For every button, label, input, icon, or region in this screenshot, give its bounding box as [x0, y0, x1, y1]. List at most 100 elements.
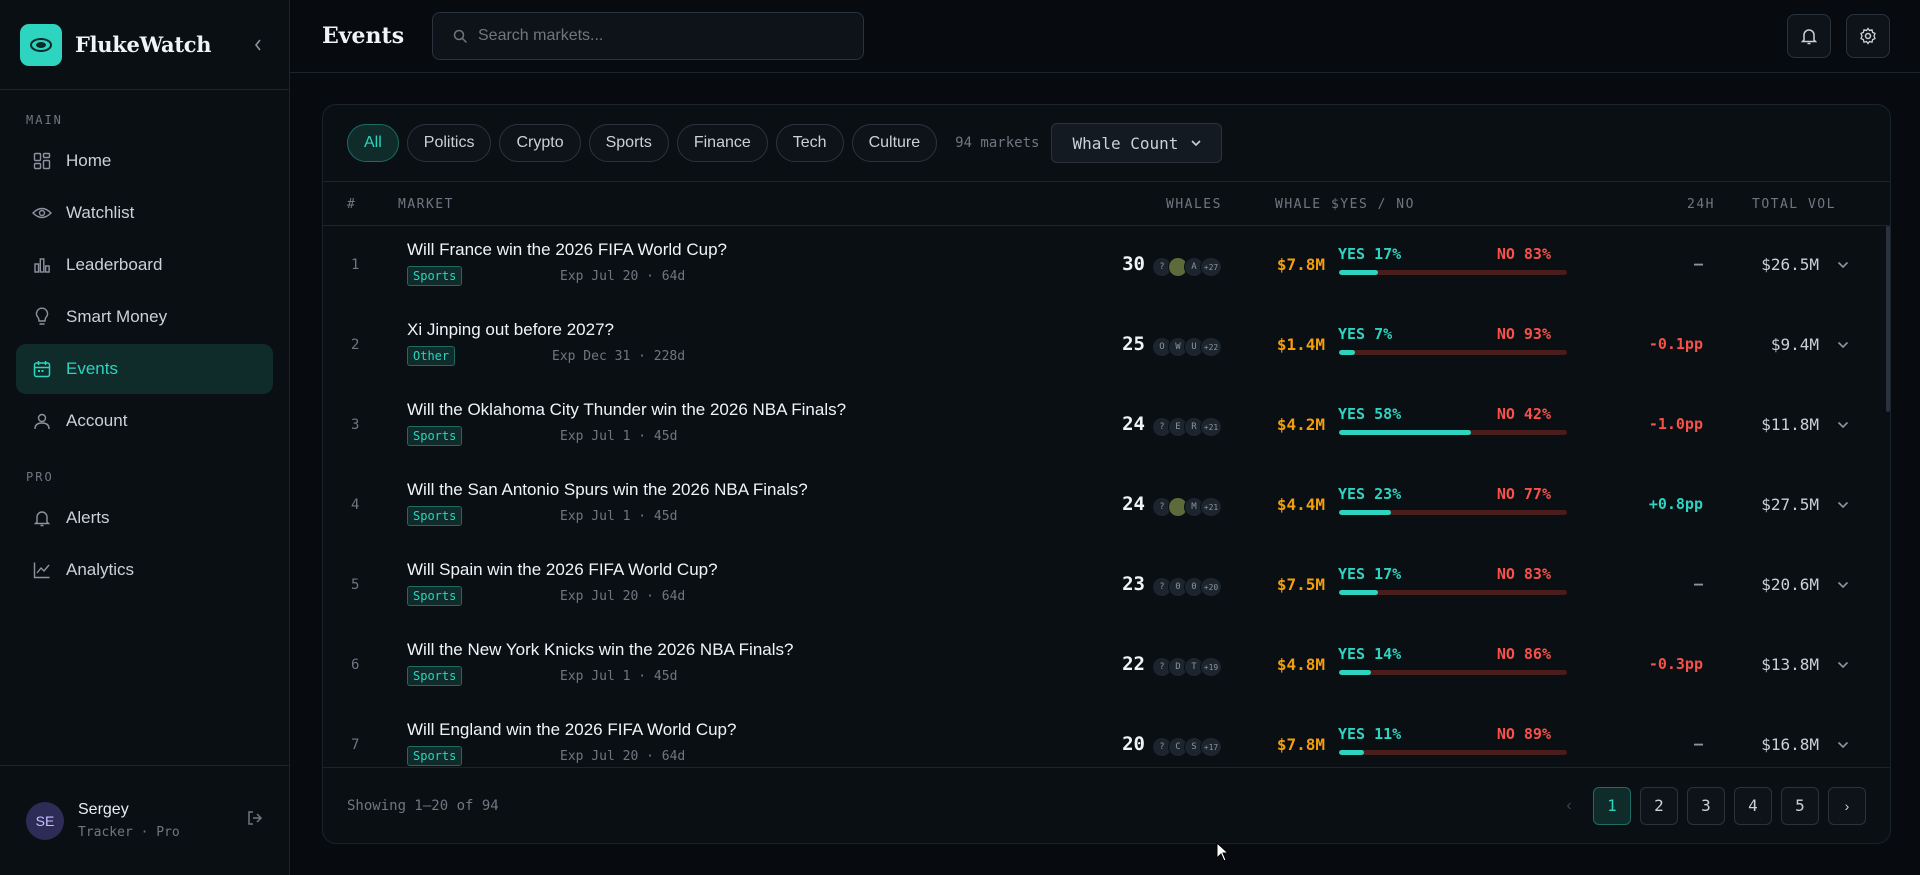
no-percent: NO 83%: [1496, 245, 1551, 263]
table-row[interactable]: 6 Will the New York Knicks win the 2026 N…: [323, 626, 1883, 706]
expand-row-button[interactable]: [1837, 656, 1849, 674]
market-title[interactable]: Xi Jinping out before 2027?: [407, 320, 614, 340]
expand-row-button[interactable]: [1837, 576, 1849, 594]
col-whale-split[interactable]: WHALE $YES / NO: [1275, 197, 1415, 212]
yes-no-bar: [1339, 670, 1567, 675]
next-page-button[interactable]: ›: [1828, 786, 1866, 825]
no-percent: NO 86%: [1496, 645, 1551, 663]
scrollbar-thumb[interactable]: [1886, 226, 1890, 412]
user-icon: [31, 410, 53, 432]
filter-chip-tech[interactable]: Tech: [775, 124, 844, 162]
logout-button[interactable]: [246, 809, 264, 832]
yes-bar-fill: [1339, 270, 1378, 275]
no-percent: NO 77%: [1496, 485, 1551, 503]
page-button-4[interactable]: 4: [1734, 786, 1772, 825]
sidebar-item-account[interactable]: Account: [16, 396, 273, 446]
change-24h: —: [1693, 735, 1703, 753]
scrollbar[interactable]: [1884, 226, 1890, 766]
total-volume: $20.6M: [1761, 575, 1819, 594]
row-number: 4: [351, 497, 360, 513]
chevron-down-icon: [1837, 501, 1849, 509]
chevron-left-icon: [254, 39, 261, 50]
col-total-vol[interactable]: TOTAL VOL: [1752, 197, 1836, 212]
expand-row-button[interactable]: [1837, 336, 1849, 354]
table-row[interactable]: 1 Will France win the 2026 FIFA World Cup…: [323, 226, 1883, 306]
market-title[interactable]: Will France win the 2026 FIFA World Cup?: [407, 240, 727, 260]
market-title[interactable]: Will the New York Knicks win the 2026 NB…: [407, 640, 793, 660]
table-row[interactable]: 4 Will the San Antonio Spurs win the 2026…: [323, 466, 1883, 546]
market-title[interactable]: Will the San Antonio Spurs win the 2026 …: [407, 480, 808, 500]
brand-name: FlukeWatch: [75, 32, 212, 57]
bar-chart-icon: [31, 254, 53, 276]
sidebar-item-analytics[interactable]: Analytics: [16, 545, 273, 595]
col-market[interactable]: MARKET: [398, 197, 454, 212]
user-box: SE Sergey Tracker · Pro: [0, 765, 290, 875]
change-24h: —: [1693, 255, 1703, 273]
expand-row-button[interactable]: [1837, 496, 1849, 514]
no-percent: NO 42%: [1496, 405, 1551, 423]
col-whales[interactable]: WHALES: [1166, 197, 1222, 212]
table-row[interactable]: 3 Will the Oklahoma City Thunder win the …: [323, 386, 1883, 466]
page-button-3[interactable]: 3: [1687, 786, 1725, 825]
sidebar-item-leaderboard[interactable]: Leaderboard: [16, 240, 273, 290]
prev-page-button[interactable]: ‹: [1554, 787, 1584, 825]
expand-row-button[interactable]: [1837, 256, 1849, 274]
category-tag: Sports: [407, 266, 463, 286]
sidebar-item-events[interactable]: Events: [16, 344, 273, 394]
page-button-2[interactable]: 2: [1640, 786, 1678, 825]
total-volume: $13.8M: [1761, 655, 1819, 674]
market-title[interactable]: Will England win the 2026 FIFA World Cup…: [407, 720, 736, 740]
sidebar-item-watchlist[interactable]: Watchlist: [16, 188, 273, 238]
table-row[interactable]: 2 Xi Jinping out before 2027? Other Exp Dec…: [323, 306, 1883, 386]
eye-logo-icon[interactable]: [20, 23, 62, 66]
category-chips: All Politics Crypto Sports Finance Tech Cultur…: [347, 124, 945, 162]
filter-chip-politics[interactable]: Politics: [406, 124, 492, 162]
sidebar-item-smart-money[interactable]: Smart Money: [16, 292, 273, 342]
filter-chip-all[interactable]: All: [347, 124, 399, 162]
expiry-text: Exp Jul 20 · 64d: [560, 589, 686, 604]
sidebar-item-label: Watchlist: [66, 203, 135, 222]
sidebar: FlukeWatch MAIN Home Watchlist Leaderboard…: [0, 0, 290, 875]
col-24h[interactable]: 24H: [1687, 197, 1715, 212]
settings-button[interactable]: [1846, 14, 1890, 58]
yes-percent: YES 7%: [1338, 325, 1393, 343]
sidebar-item-label: Analytics: [66, 560, 135, 579]
expand-row-button[interactable]: [1837, 416, 1849, 434]
page-button-5[interactable]: 5: [1781, 786, 1819, 825]
chevron-down-icon: [1837, 341, 1849, 349]
collapse-sidebar-button[interactable]: [247, 34, 269, 56]
sidebar-item-label: Alerts: [66, 508, 110, 527]
filter-chip-crypto[interactable]: Crypto: [499, 124, 581, 162]
sidebar-item-home[interactable]: Home: [16, 136, 273, 186]
eye-icon: [31, 202, 53, 224]
whale-count: 20: [1122, 733, 1145, 755]
yes-percent: YES 58%: [1338, 405, 1402, 423]
total-volume: $9.4M: [1770, 335, 1819, 354]
yes-no-bar: [1339, 590, 1567, 595]
market-title[interactable]: Will the Oklahoma City Thunder win the 2…: [407, 400, 846, 420]
yes-bar-fill: [1339, 590, 1378, 595]
avatar[interactable]: SE: [26, 801, 64, 840]
filter-bar: All Politics Crypto Sports Finance Tech Cultur…: [323, 105, 1890, 182]
whale-amount: $4.4M: [1276, 495, 1325, 514]
whale-count: 23: [1122, 573, 1145, 595]
filter-chip-finance[interactable]: Finance: [676, 124, 768, 162]
category-tag: Sports: [407, 746, 463, 766]
sort-select[interactable]: Whale Count: [1051, 123, 1223, 163]
sidebar-item-alerts[interactable]: Alerts: [16, 493, 273, 543]
table-row[interactable]: 5 Will Spain win the 2026 FIFA World Cup?…: [323, 546, 1883, 626]
notifications-button[interactable]: [1787, 14, 1831, 58]
page-button-1[interactable]: 1: [1593, 786, 1631, 825]
filter-chip-sports[interactable]: Sports: [588, 124, 669, 162]
yes-bar-fill: [1339, 670, 1371, 675]
header: Events: [290, 0, 1920, 73]
search-box[interactable]: [432, 12, 864, 60]
market-title[interactable]: Will Spain win the 2026 FIFA World Cup?: [407, 560, 718, 580]
category-tag: Sports: [407, 506, 463, 526]
filter-chip-culture[interactable]: Culture: [851, 124, 938, 162]
row-number: 2: [351, 337, 360, 353]
table-row[interactable]: 7 Will England win the 2026 FIFA World Cu…: [323, 706, 1883, 766]
whale-amount: $7.8M: [1276, 255, 1325, 274]
search-input[interactable]: [478, 27, 838, 45]
expand-row-button[interactable]: [1837, 736, 1849, 754]
